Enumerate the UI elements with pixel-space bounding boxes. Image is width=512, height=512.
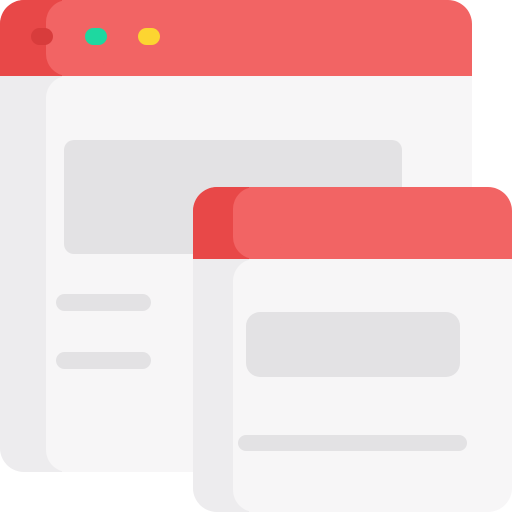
front-window-image-placeholder: [246, 312, 460, 377]
front-window-text-line: [238, 435, 467, 451]
front-window: [193, 187, 512, 512]
minimize-dot-icon[interactable]: [138, 28, 160, 45]
back-window-text-line: [56, 352, 151, 369]
multiple-windows-icon: [0, 0, 512, 512]
close-dot-icon[interactable]: [31, 28, 53, 45]
back-window-text-line: [56, 294, 151, 311]
maximize-dot-icon[interactable]: [85, 28, 107, 45]
